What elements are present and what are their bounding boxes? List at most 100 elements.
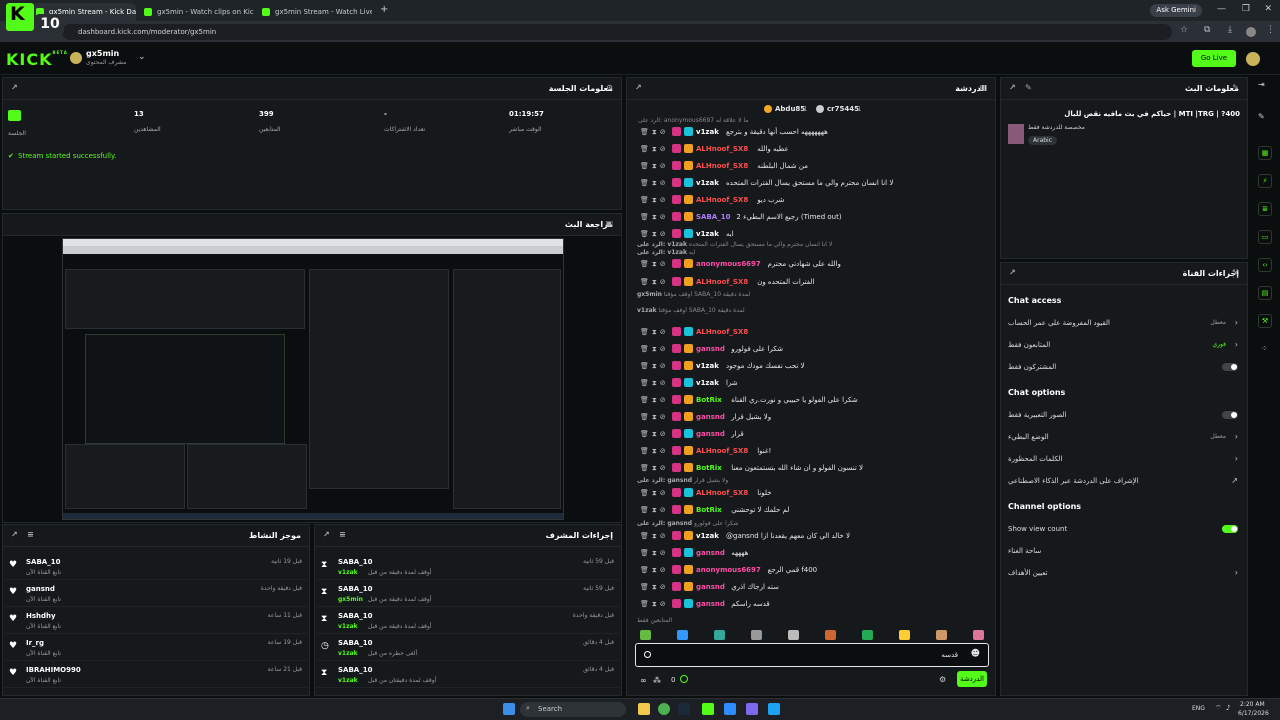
chat-username[interactable]: ALHnoof_SX8	[696, 447, 748, 455]
mod-tools-icons[interactable]: 🗑⧗⊘	[640, 379, 669, 388]
chat-username[interactable]: v1zak	[696, 230, 719, 238]
chevron-right-icon[interactable]: ›	[1235, 568, 1238, 577]
chat-bubble-icon[interactable]: ▭	[1258, 230, 1272, 244]
chat-message[interactable]: 🗑⧗⊘ ALHnoof_SX8 عطيه والله	[628, 142, 983, 157]
wifi-icon[interactable]: ⌔	[1215, 704, 1222, 713]
setting-row[interactable]: Show view count	[1008, 524, 1240, 540]
chat-message[interactable]: 🗑⧗⊘ gansnd ولا بشيل قرار	[628, 410, 983, 425]
chat-settings-icon[interactable]	[644, 651, 651, 658]
emote-icon[interactable]	[825, 630, 836, 640]
emote-icon[interactable]	[714, 630, 725, 640]
activity-user[interactable]: SABA_10	[26, 558, 60, 566]
chat-message[interactable]: 🗑⧗⊘ v1zak هههههههه احسب أنها دقيقة و بتر…	[628, 125, 983, 140]
mod-tools-icons[interactable]: 🗑⧗⊘	[640, 328, 669, 337]
top-user-name[interactable]: cr75445	[827, 105, 859, 113]
clock-date[interactable]: 6/17/2026	[1238, 710, 1269, 717]
setting-row[interactable]: ساحة الغناء	[1008, 546, 1240, 562]
tool-icon[interactable]: ⚒	[1258, 314, 1272, 328]
server-icon[interactable]: ▤	[1258, 286, 1272, 300]
emote-icon[interactable]	[862, 630, 873, 640]
setting-row[interactable]: المشتركون فقط	[1008, 362, 1240, 378]
ask-gemini-button[interactable]: Ask Gemini	[1150, 4, 1202, 17]
mod-tools-icons[interactable]: 🗑⧗⊘	[640, 128, 669, 137]
mod-tools-icons[interactable]: 🗑⧗⊘	[640, 362, 669, 371]
mod-tools-icons[interactable]: 🗑⧗⊘	[640, 260, 669, 269]
chat-message[interactable]: 🗑⧗⊘ BotRix لا تنسون الفولو و ان شاء الله…	[628, 461, 983, 476]
emote-icon[interactable]	[751, 630, 762, 640]
chat-message[interactable]: 🗑⧗⊘ gansnd سته ارجاك اذري	[628, 580, 983, 595]
popout-icon[interactable]: ↗	[1009, 268, 1016, 277]
external-link-icon[interactable]: ↗	[1231, 476, 1238, 485]
user-avatar[interactable]	[1246, 52, 1260, 66]
mod-actor[interactable]: v1zak	[338, 623, 358, 630]
chat-message[interactable]: 🗑⧗⊘ ALHnoof_SX8 من شمال البلطنه	[628, 159, 983, 174]
popout-icon[interactable]: ↗	[11, 530, 18, 539]
share-icon[interactable]: ⁘	[1261, 344, 1268, 353]
toggle-switch[interactable]	[1222, 525, 1238, 533]
mod-tools-icons[interactable]: 🗑⧗⊘	[640, 145, 669, 154]
popout-icon[interactable]: ↗	[635, 83, 642, 92]
chat-username[interactable]: gansnd	[696, 549, 725, 557]
chat-username[interactable]: gansnd	[696, 583, 725, 591]
mod-tools-icons[interactable]: 🗑⧗⊘	[640, 506, 669, 515]
mod-target-user[interactable]: SABA_10	[338, 558, 372, 566]
new-tab-button[interactable]: +	[380, 4, 388, 15]
popout-icon[interactable]: ↗	[11, 83, 18, 92]
pencil-icon[interactable]: ✎	[1025, 83, 1032, 92]
setting-row[interactable]: الصور التعبيرية فقط	[1008, 410, 1240, 426]
chat-message[interactable]: 🗑⧗⊘ anonymous6697 قمي الرجع f400	[628, 563, 983, 578]
chat-username[interactable]: ALHnoof_SX8	[696, 196, 748, 204]
windows-start-icon[interactable]	[503, 703, 515, 715]
gear-icon[interactable]: ⚙	[939, 675, 946, 684]
chat-input[interactable]: قدسه ☻	[635, 643, 989, 667]
browser-menu-icon[interactable]: ⋮	[1266, 25, 1275, 35]
kick-app-icon[interactable]	[702, 703, 714, 715]
chevron-right-icon[interactable]: ›	[1235, 432, 1238, 441]
users-icon[interactable]: ⁂	[653, 676, 661, 685]
chat-username[interactable]: v1zak	[696, 362, 719, 370]
mod-tools-icons[interactable]: 🗑⧗⊘	[640, 430, 669, 439]
chat-username[interactable]: gansnd	[696, 413, 725, 421]
mod-tools-icons[interactable]: 🗑⧗⊘	[640, 600, 669, 609]
mod-tools-icons[interactable]: 🗑⧗⊘	[640, 179, 669, 188]
chevron-right-icon[interactable]: ›	[1235, 340, 1238, 349]
activity-user[interactable]: Ir_rg	[26, 639, 44, 647]
tab-clips[interactable]: gx5min - Watch clips on Kick✕	[138, 3, 254, 21]
chat-message[interactable]: 🗑⧗⊘ ALHnoof_SX8 الفترات المتحده ون	[628, 275, 983, 290]
chat-message[interactable]: 🗑⧗⊘ gansnd ههههه	[628, 546, 983, 561]
mod-tools-icons[interactable]: 🗑⧗⊘	[640, 162, 669, 171]
chat-message[interactable]: 🗑⧗⊘ v1zak @gansnd لا خالد الي كان معهم ي…	[628, 529, 983, 544]
mod-tools-icons[interactable]: 🗑⧗⊘	[640, 345, 669, 354]
chevron-right-icon[interactable]: ›	[1235, 318, 1238, 327]
chat-username[interactable]: BotRix	[696, 506, 722, 514]
file-explorer-icon[interactable]	[638, 703, 650, 715]
chat-username[interactable]: ALHnoof_SX8	[696, 328, 748, 336]
media-icon[interactable]	[724, 703, 736, 715]
mod-tools-icons[interactable]: 🗑⧗⊘	[640, 464, 669, 473]
mod-tools-icons[interactable]: 🗑⧗⊘	[640, 566, 669, 575]
close-window-icon[interactable]: ✕	[1264, 4, 1272, 14]
chat-username[interactable]: v1zak	[696, 379, 719, 387]
chat-username[interactable]: gansnd	[696, 600, 725, 608]
toggle-switch[interactable]	[1222, 411, 1238, 419]
extensions-icon[interactable]: ⧉	[1204, 25, 1210, 35]
chat-username[interactable]: gansnd	[696, 345, 725, 353]
chat-message[interactable]: 🗑⧗⊘ v1zak ايه	[628, 227, 983, 242]
mod-tools-icons[interactable]: 🗑⧗⊘	[640, 413, 669, 422]
chat-username[interactable]: SABA_10	[696, 213, 730, 221]
chat-username[interactable]: v1zak	[696, 532, 719, 540]
chat-message[interactable]: 🗑⧗⊘ BotRix لم حلمك لا توحشني	[628, 503, 983, 518]
mod-tools-icons[interactable]: 🗑⧗⊘	[640, 583, 669, 592]
setting-row[interactable]: الوضع البطيء معطل ›	[1008, 432, 1240, 448]
chat-username[interactable]: ALHnoof_SX8	[696, 162, 748, 170]
setting-row[interactable]: تعيين الأهداف ›	[1008, 568, 1240, 584]
mod-actor[interactable]: v1zak	[338, 569, 358, 576]
mod-tools-icons[interactable]: 🗑⧗⊘	[640, 196, 669, 205]
mod-target-user[interactable]: SABA_10	[338, 612, 372, 620]
mod-tools-icons[interactable]: 🗑⧗⊘	[640, 489, 669, 498]
lightning-icon[interactable]: ⚡	[1258, 174, 1272, 188]
discord-icon[interactable]	[746, 703, 758, 715]
channel-name[interactable]: gx5min	[86, 49, 119, 58]
chat-username[interactable]: v1zak	[696, 179, 719, 187]
emote-icon[interactable]	[973, 630, 984, 640]
